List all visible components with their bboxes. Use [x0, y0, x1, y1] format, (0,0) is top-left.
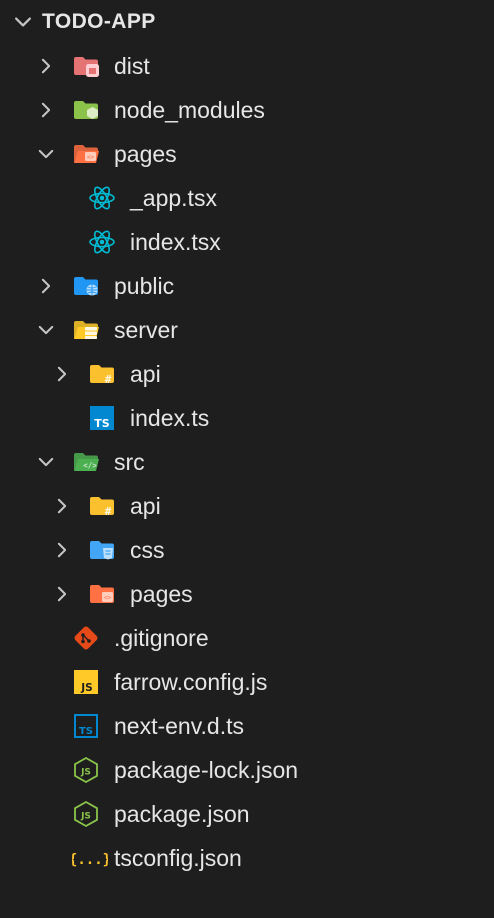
- tree-item-label: src: [114, 448, 145, 475]
- javascript-icon: JS: [72, 668, 100, 696]
- tree-item-label: dist: [114, 52, 150, 79]
- tree-item[interactable]: TS next-env.d.ts: [0, 704, 494, 748]
- tree-item[interactable]: {...} tsconfig.json: [0, 836, 494, 880]
- tree-item-label: index.tsx: [130, 228, 221, 255]
- chevron-right-icon[interactable]: [36, 100, 56, 120]
- svg-text:#: #: [105, 373, 112, 386]
- svg-text:JS: JS: [80, 768, 91, 778]
- folder-api-icon: #: [88, 492, 116, 520]
- chevron-right-icon[interactable]: [52, 496, 72, 516]
- svg-text:JS: JS: [80, 812, 91, 822]
- tree-item[interactable]: JS package-lock.json: [0, 748, 494, 792]
- tree-item[interactable]: </> src: [0, 440, 494, 484]
- svg-text:JS: JS: [80, 682, 92, 694]
- tree-item[interactable]: dist: [0, 44, 494, 88]
- svg-text:</>: </>: [83, 461, 97, 470]
- tree-item-label: api: [130, 360, 161, 387]
- tree-item[interactable]: <> pages: [0, 132, 494, 176]
- tree-item-label: index.ts: [130, 404, 210, 431]
- chevron-right-icon[interactable]: [36, 56, 56, 76]
- tree-item[interactable]: JS farrow.config.js: [0, 660, 494, 704]
- folder-pages-open-icon: <>: [72, 140, 100, 168]
- chevron-down-icon[interactable]: [36, 144, 56, 164]
- chevron-down-icon[interactable]: [12, 11, 34, 33]
- svg-text:TS: TS: [94, 417, 110, 430]
- tree-item[interactable]: JS package.json: [0, 792, 494, 836]
- folder-pages-icon: <>: [88, 580, 116, 608]
- tree-item-label: .gitignore: [114, 624, 209, 651]
- tree-item[interactable]: # api: [0, 484, 494, 528]
- tree-item-label: api: [130, 492, 161, 519]
- react-icon: [88, 228, 116, 256]
- chevron-down-icon[interactable]: [36, 320, 56, 340]
- svg-text:<>: <>: [87, 154, 95, 161]
- svg-text:#: #: [105, 505, 112, 518]
- tree-item-label: css: [130, 536, 165, 563]
- chevron-right-icon[interactable]: [52, 364, 72, 384]
- folder-server-open-icon: [72, 316, 100, 344]
- tree-item-label: pages: [130, 580, 193, 607]
- tree-item-label: node_modules: [114, 96, 265, 123]
- tree-item[interactable]: .gitignore: [0, 616, 494, 660]
- file-explorer: TODO-APP dist node_modules <> pages _app.tsx…: [0, 0, 494, 918]
- svg-text:{...}: {...}: [72, 852, 108, 868]
- json-braces-icon: {...}: [72, 844, 108, 872]
- tree-item-label: farrow.config.js: [114, 668, 268, 695]
- explorer-title: TODO-APP: [42, 10, 156, 33]
- typescript-icon: TS: [88, 404, 116, 432]
- typescript-def-icon: TS: [72, 712, 100, 740]
- nodejs-icon: JS: [72, 756, 100, 784]
- folder-dist-icon: [72, 52, 100, 80]
- tree-item-label: next-env.d.ts: [114, 712, 244, 739]
- chevron-right-icon[interactable]: [52, 540, 72, 560]
- nodejs-icon: JS: [72, 800, 100, 828]
- svg-text:<>: <>: [104, 595, 112, 602]
- tree-item[interactable]: index.tsx: [0, 220, 494, 264]
- tree-item[interactable]: <> pages: [0, 572, 494, 616]
- git-icon: [72, 624, 100, 652]
- tree-item-label: _app.tsx: [130, 184, 217, 211]
- tree-item-label: package-lock.json: [114, 756, 299, 783]
- folder-src-open-icon: </>: [72, 448, 100, 476]
- tree-item[interactable]: node_modules: [0, 88, 494, 132]
- tree-item[interactable]: _app.tsx: [0, 176, 494, 220]
- tree-item[interactable]: public: [0, 264, 494, 308]
- folder-node-icon: [72, 96, 100, 124]
- chevron-right-icon[interactable]: [36, 276, 56, 296]
- tree-item[interactable]: # api: [0, 352, 494, 396]
- tree-item[interactable]: TS index.ts: [0, 396, 494, 440]
- tree-item-label: public: [114, 272, 175, 299]
- folder-css-icon: [88, 536, 116, 564]
- tree-item-label: pages: [114, 140, 177, 167]
- tree-item-label: package.json: [114, 800, 250, 827]
- folder-public-icon: [72, 272, 100, 300]
- explorer-header[interactable]: TODO-APP: [0, 0, 494, 44]
- tree-item[interactable]: css: [0, 528, 494, 572]
- chevron-down-icon[interactable]: [36, 452, 56, 472]
- react-icon: [88, 184, 116, 212]
- chevron-right-icon[interactable]: [52, 584, 72, 604]
- tree-item-label: server: [114, 316, 178, 343]
- tree-item-label: tsconfig.json: [114, 844, 242, 871]
- folder-api-icon: #: [88, 360, 116, 388]
- svg-text:TS: TS: [79, 726, 93, 737]
- tree-item[interactable]: server: [0, 308, 494, 352]
